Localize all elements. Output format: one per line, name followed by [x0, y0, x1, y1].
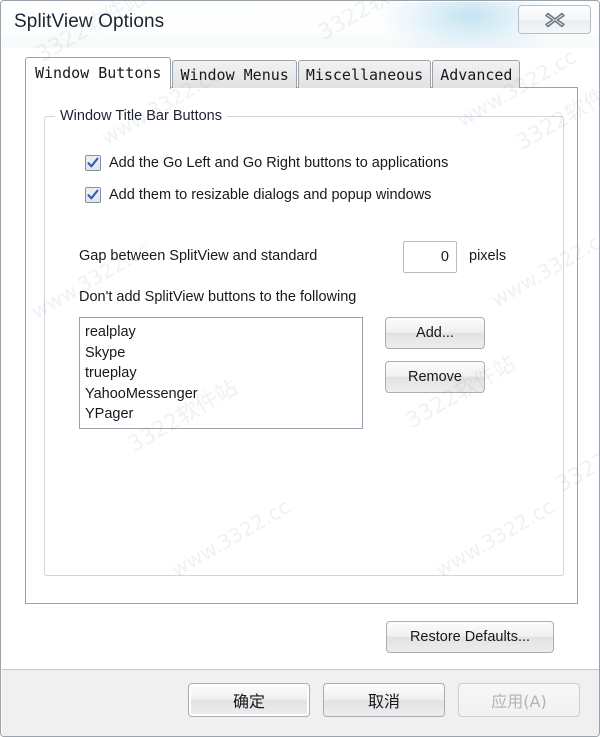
tab-advanced[interactable]: Advanced [432, 60, 521, 88]
close-button[interactable] [518, 5, 591, 34]
checkbox-label-resizable-dialogs: Add them to resizable dialogs and popup … [109, 187, 432, 203]
group-label: Window Title Bar Buttons [55, 108, 227, 124]
window-title: SplitView Options [14, 11, 165, 32]
checkbox-go-left-right[interactable] [85, 155, 101, 171]
add-button[interactable]: Add... [385, 317, 485, 349]
remove-button[interactable]: Remove [385, 361, 485, 393]
dialog-window: SplitView Options Window Buttons Window … [0, 0, 600, 737]
checkmark-icon [87, 157, 99, 168]
tab-window-buttons[interactable]: Window Buttons [25, 57, 172, 89]
apply-button: 应用(A) [458, 683, 580, 717]
exclusion-list-label: Don't add SplitView buttons to the follo… [79, 289, 357, 305]
gap-units-label: pixels [469, 248, 507, 264]
ok-button[interactable]: 确定 [188, 683, 310, 717]
restore-defaults-button[interactable]: Restore Defaults... [386, 621, 554, 653]
title-bar: SplitView Options [2, 2, 599, 48]
tab-window-menus[interactable]: Window Menus [172, 60, 297, 88]
group-window-title-bar-buttons: Window Title Bar Buttons Add the Go Left… [44, 108, 564, 576]
list-item[interactable]: YPager [85, 404, 362, 425]
checkbox-resizable-dialogs[interactable] [85, 187, 101, 203]
checkmark-icon [87, 189, 99, 200]
cancel-button[interactable]: 取消 [323, 683, 445, 717]
checkbox-row-resizable-dialogs[interactable]: Add them to resizable dialogs and popup … [85, 187, 431, 203]
tab-miscellaneous[interactable]: Miscellaneous [297, 60, 432, 88]
gap-input[interactable]: 0 [403, 241, 457, 273]
exclusion-listbox[interactable]: realplay Skype trueplay YahooMessenger Y… [79, 317, 363, 429]
list-item[interactable]: realplay [85, 322, 362, 343]
gap-label: Gap between SplitView and standard [79, 248, 318, 264]
checkbox-label-go-left-right: Add the Go Left and Go Right buttons to … [109, 155, 449, 171]
dialog-footer: 确定 取消 应用(A) [2, 669, 599, 736]
checkbox-row-go-left-right[interactable]: Add the Go Left and Go Right buttons to … [85, 155, 448, 171]
tab-panel-window-buttons: Window Title Bar Buttons Add the Go Left… [25, 87, 578, 604]
list-item[interactable]: YahooMessenger [85, 384, 362, 405]
gap-setting-row: Gap between SplitView and standard 0 pix… [79, 241, 549, 273]
list-item[interactable]: trueplay [85, 363, 362, 384]
close-x-icon [519, 6, 590, 33]
tab-strip: Window Buttons Window Menus Miscellaneou… [25, 56, 521, 89]
list-item[interactable]: Skype [85, 343, 362, 364]
